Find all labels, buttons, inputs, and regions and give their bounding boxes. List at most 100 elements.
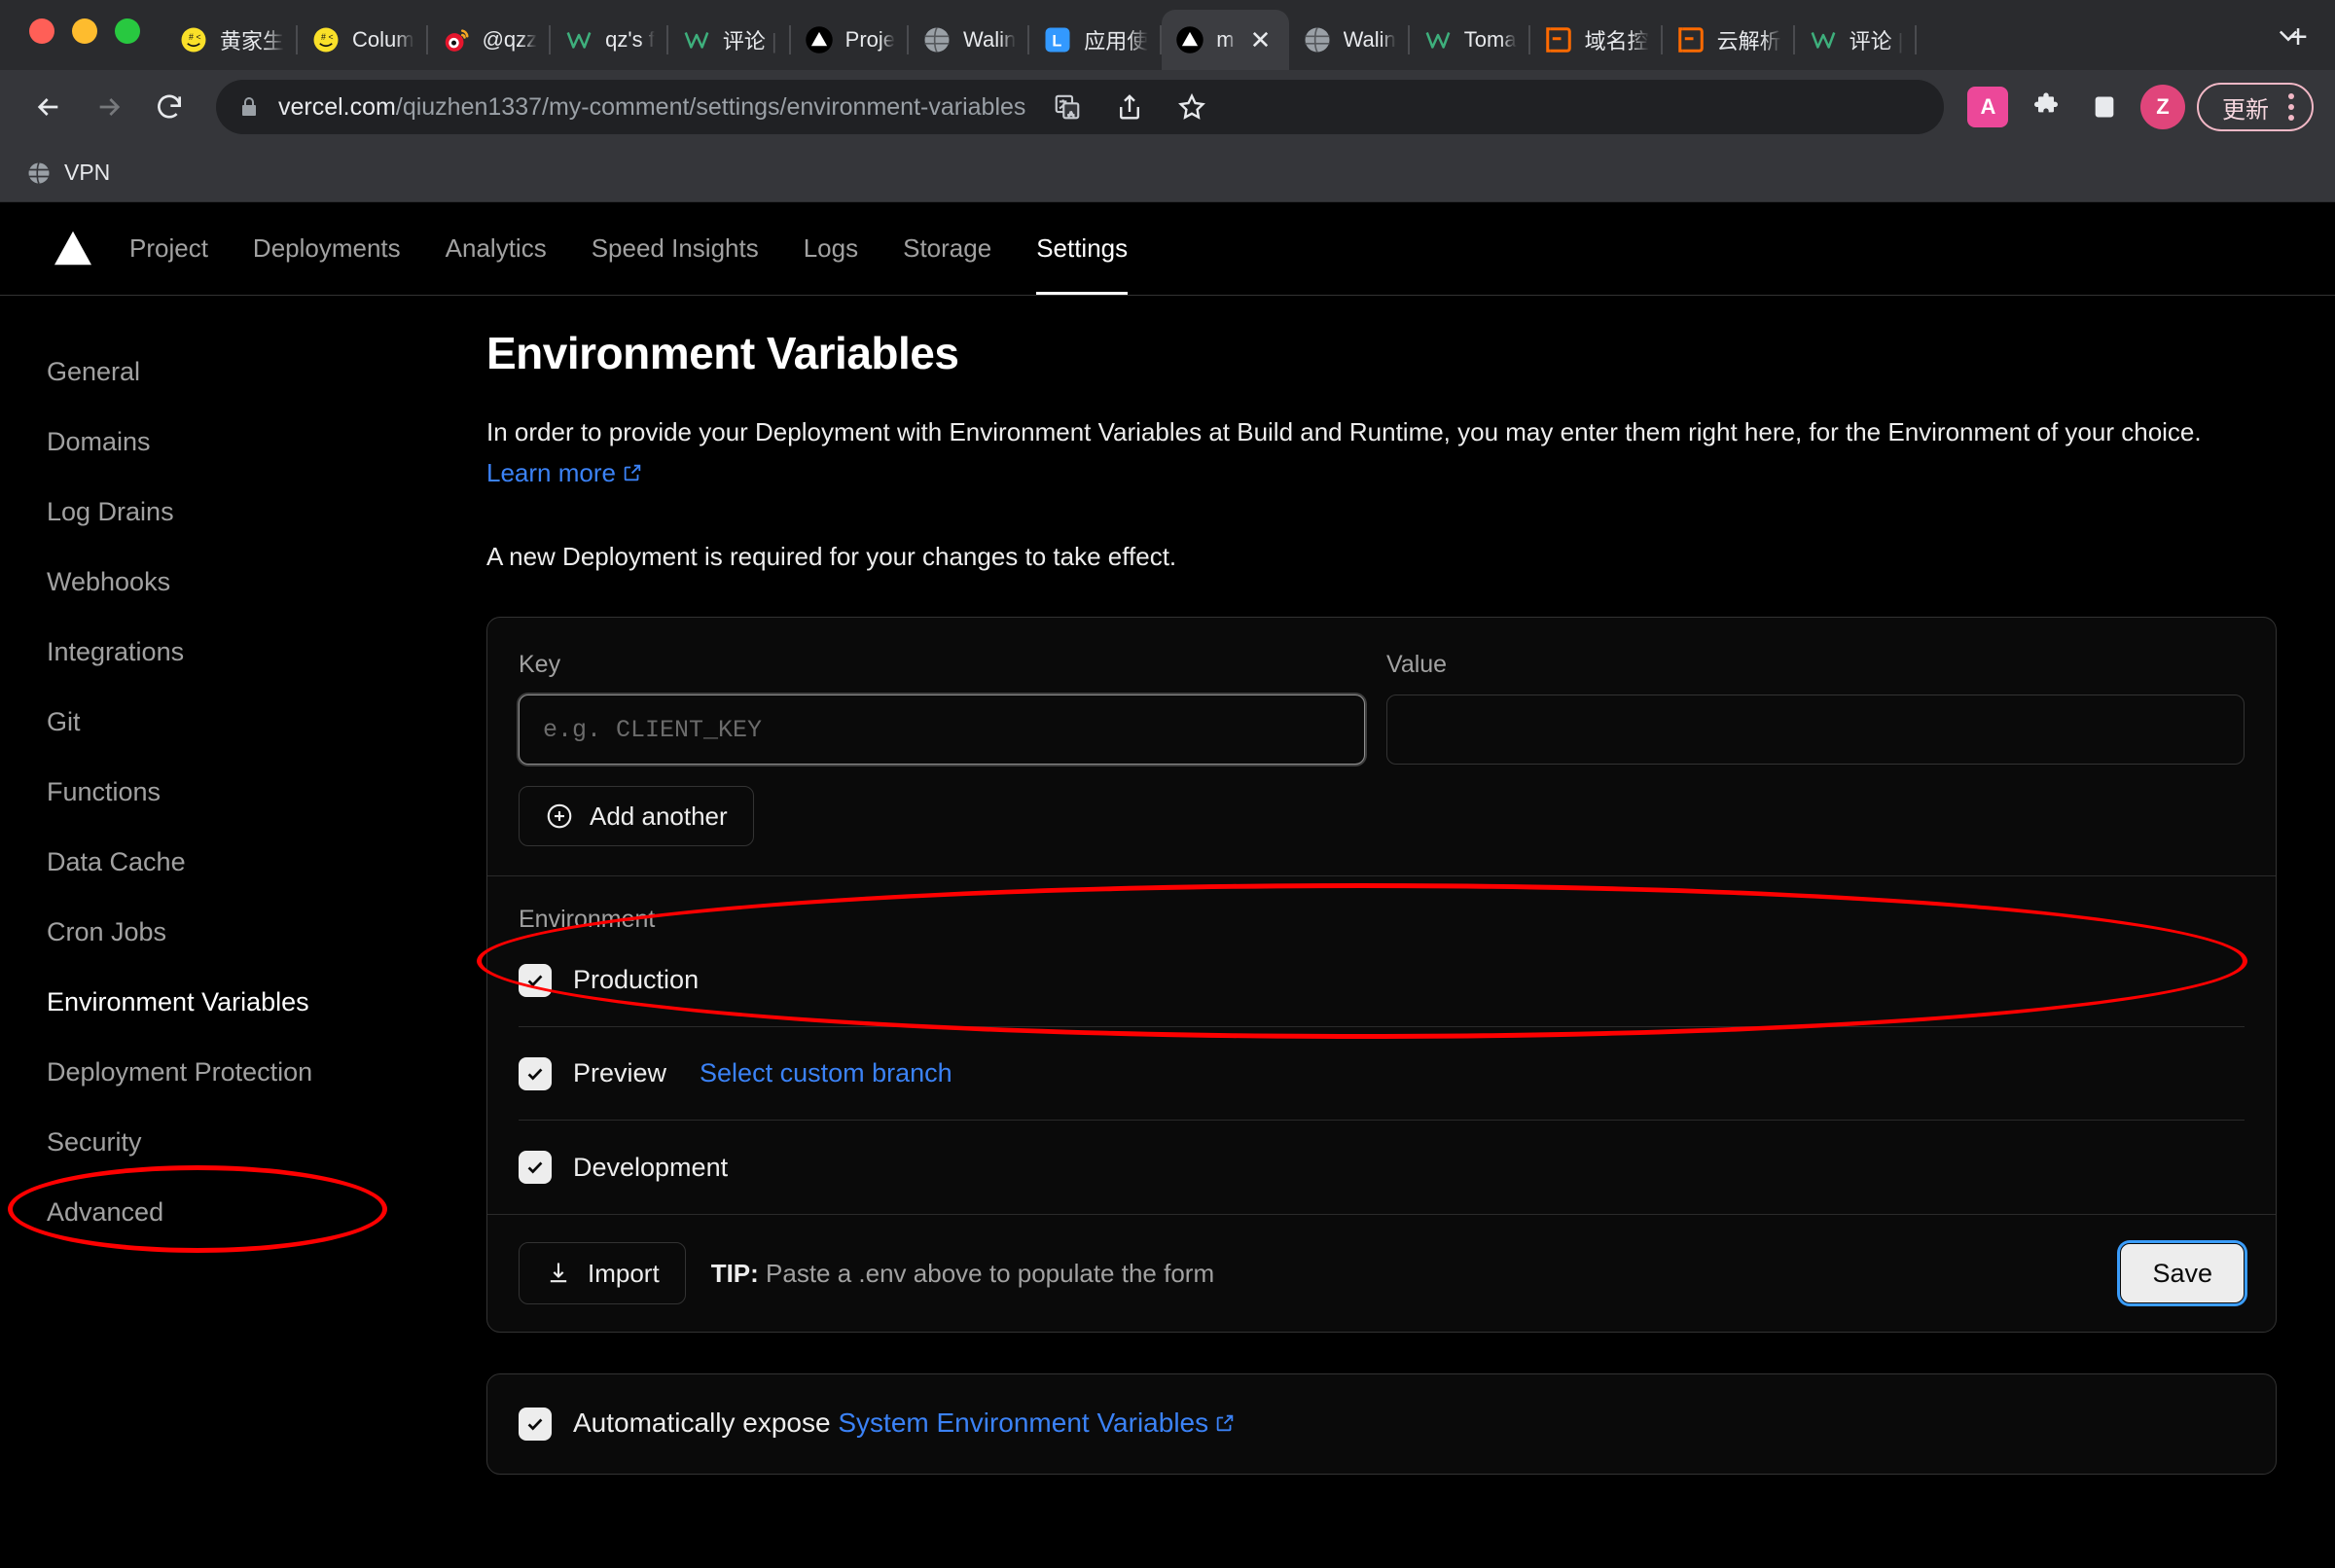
- sidebar-item-webhooks[interactable]: Webhooks: [47, 547, 486, 617]
- minimize-window-button[interactable]: [72, 18, 97, 44]
- browser-tab[interactable]: Walin: [1289, 10, 1410, 70]
- sidebar-item-advanced[interactable]: Advanced: [47, 1177, 486, 1247]
- environment-checkbox-production[interactable]: [519, 963, 552, 997]
- nav-item-label: Logs: [803, 232, 859, 263]
- browser-tab[interactable]: qz's f: [551, 10, 668, 70]
- nav-item-label: Project: [129, 232, 208, 263]
- tab-search-button[interactable]: [2265, 12, 2312, 58]
- plus-circle-icon: [547, 803, 572, 829]
- save-button[interactable]: Save: [2120, 1243, 2245, 1304]
- share-button[interactable]: [1105, 83, 1154, 131]
- nav-item-deployments[interactable]: Deployments: [231, 202, 423, 295]
- vercel-top-nav: Project Deployments Analytics Speed Insight…: [0, 202, 2335, 296]
- value-input[interactable]: [1386, 695, 2245, 766]
- key-input[interactable]: e.g. CLIENT_KEY: [519, 695, 1365, 766]
- nav-item-speed-insights[interactable]: Speed Insights: [569, 202, 781, 295]
- nav-item-project[interactable]: Project: [107, 202, 231, 295]
- url-text: vercel.com/qiuzhen1337/my-comment/settin…: [278, 93, 1025, 122]
- sidebar-item-git[interactable]: Git: [47, 687, 486, 757]
- sidebar-item-functions[interactable]: Functions: [47, 757, 486, 827]
- learn-more-link[interactable]: Learn more: [486, 458, 643, 487]
- sidebar-item-label: Git: [47, 706, 81, 736]
- tab-title: 黄家生: [220, 29, 285, 53]
- nav-item-settings[interactable]: Settings: [1014, 202, 1150, 295]
- browser-tab[interactable]: m ✕: [1162, 10, 1289, 70]
- bookmark-button[interactable]: [1168, 83, 1216, 131]
- reload-button[interactable]: [142, 80, 197, 134]
- browser-tab[interactable]: 评论 |: [1795, 10, 1918, 70]
- add-another-button[interactable]: Add another: [519, 786, 754, 847]
- browser-tab[interactable]: # < Colum: [298, 10, 428, 70]
- sidebar-item-integrations[interactable]: Integrations: [47, 617, 486, 687]
- svg-text:L: L: [1053, 32, 1062, 50]
- browser-tab[interactable]: L 应用使: [1029, 10, 1163, 70]
- nav-item-logs[interactable]: Logs: [781, 202, 880, 295]
- value-label: Value: [1386, 651, 1448, 679]
- sidebar-item-log-drains[interactable]: Log Drains: [47, 477, 486, 547]
- profile-button[interactable]: Z: [2138, 83, 2187, 131]
- browser-tab[interactable]: # < 黄家生: [165, 10, 299, 70]
- sidebar-item-deployment-protection[interactable]: Deployment Protection: [47, 1037, 486, 1107]
- description-text: In order to provide your Deployment with…: [486, 417, 2202, 446]
- forward-button[interactable]: [82, 80, 136, 134]
- sidebar-item-label: Cron Jobs: [47, 916, 167, 946]
- bookmark-item-vpn[interactable]: VPN: [25, 160, 110, 187]
- browser-tab[interactable]: Proje: [791, 10, 910, 70]
- system-env-card: Automatically expose System Environment …: [486, 1373, 2277, 1476]
- system-env-link[interactable]: System Environment Variables: [838, 1408, 1236, 1438]
- sidebar-item-security[interactable]: Security: [47, 1107, 486, 1177]
- sidebar-item-label: Advanced: [47, 1196, 164, 1227]
- side-panel-button[interactable]: [2080, 83, 2129, 131]
- select-custom-branch-link[interactable]: Select custom branch: [700, 1058, 952, 1088]
- tab-title: Colum: [352, 27, 414, 52]
- page-content: Project Deployments Analytics Speed Insight…: [0, 202, 2335, 1568]
- browser-tab[interactable]: 评论 |: [668, 10, 791, 70]
- sidebar-item-data-cache[interactable]: Data Cache: [47, 827, 486, 897]
- extensions-button[interactable]: [2022, 83, 2070, 131]
- close-tab-icon[interactable]: ✕: [1246, 25, 1275, 54]
- environment-row: Development: [519, 1121, 2245, 1214]
- sidebar-item-environment-variables[interactable]: Environment Variables: [47, 967, 486, 1037]
- tip-body: Paste a .env above to populate the form: [758, 1258, 1215, 1288]
- nav-item-storage[interactable]: Storage: [880, 202, 1014, 295]
- dnspod-icon: [1545, 27, 1571, 53]
- leancloud-icon: L: [1045, 27, 1070, 53]
- import-label: Import: [588, 1258, 660, 1288]
- nav-item-label: Analytics: [445, 232, 547, 263]
- browser-tab[interactable]: 云解析: [1663, 10, 1795, 70]
- environment-rows: Production Preview Select custom branch Dev…: [519, 934, 2245, 1214]
- close-window-button[interactable]: [29, 18, 54, 44]
- system-env-prefix: Automatically expose: [573, 1408, 839, 1439]
- external-link-icon: [1214, 1409, 1236, 1441]
- sidebar-item-general[interactable]: General: [47, 337, 486, 407]
- environment-checkbox-preview[interactable]: [519, 1056, 552, 1090]
- maximize-window-button[interactable]: [115, 18, 140, 44]
- environment-title: Environment: [519, 906, 656, 934]
- omnibox-actions: [1043, 83, 1216, 131]
- sidebar-item-domains[interactable]: Domains: [47, 407, 486, 477]
- browser-tab[interactable]: Toma: [1410, 10, 1530, 70]
- address-bar[interactable]: vercel.com/qiuzhen1337/my-comment/settin…: [216, 80, 1944, 134]
- browser-tab[interactable]: 域名控: [1530, 10, 1663, 70]
- system-env-link-label: System Environment Variables: [838, 1408, 1209, 1439]
- key-label: Key: [519, 651, 561, 679]
- browser-tab[interactable]: Walin: [909, 10, 1030, 70]
- back-button[interactable]: [21, 80, 76, 134]
- back-arrow-icon: [37, 98, 58, 116]
- tab-title: Walin: [963, 27, 1017, 52]
- tip-prefix: TIP:: [710, 1258, 759, 1288]
- key-value-row: Key e.g. CLIENT_KEY Value: [519, 651, 2245, 766]
- page-title: Environment Variables: [486, 328, 959, 378]
- browser-menu-icon[interactable]: [2279, 93, 2304, 121]
- nav-item-analytics[interactable]: Analytics: [423, 202, 569, 295]
- import-button[interactable]: Import: [519, 1242, 686, 1305]
- immersive-translate-extension-button[interactable]: A: [1963, 83, 2012, 131]
- settings-sidebar: General Domains Log Drains Webhooks Integrat…: [0, 315, 486, 1475]
- update-button[interactable]: 更新: [2197, 83, 2314, 131]
- translate-button[interactable]: [1043, 83, 1092, 131]
- system-env-checkbox[interactable]: [519, 1408, 552, 1442]
- browser-tab[interactable]: @qzz: [428, 10, 552, 70]
- vercel-logo-icon[interactable]: [39, 202, 107, 295]
- environment-checkbox-development[interactable]: [519, 1151, 552, 1185]
- sidebar-item-cron-jobs[interactable]: Cron Jobs: [47, 897, 486, 967]
